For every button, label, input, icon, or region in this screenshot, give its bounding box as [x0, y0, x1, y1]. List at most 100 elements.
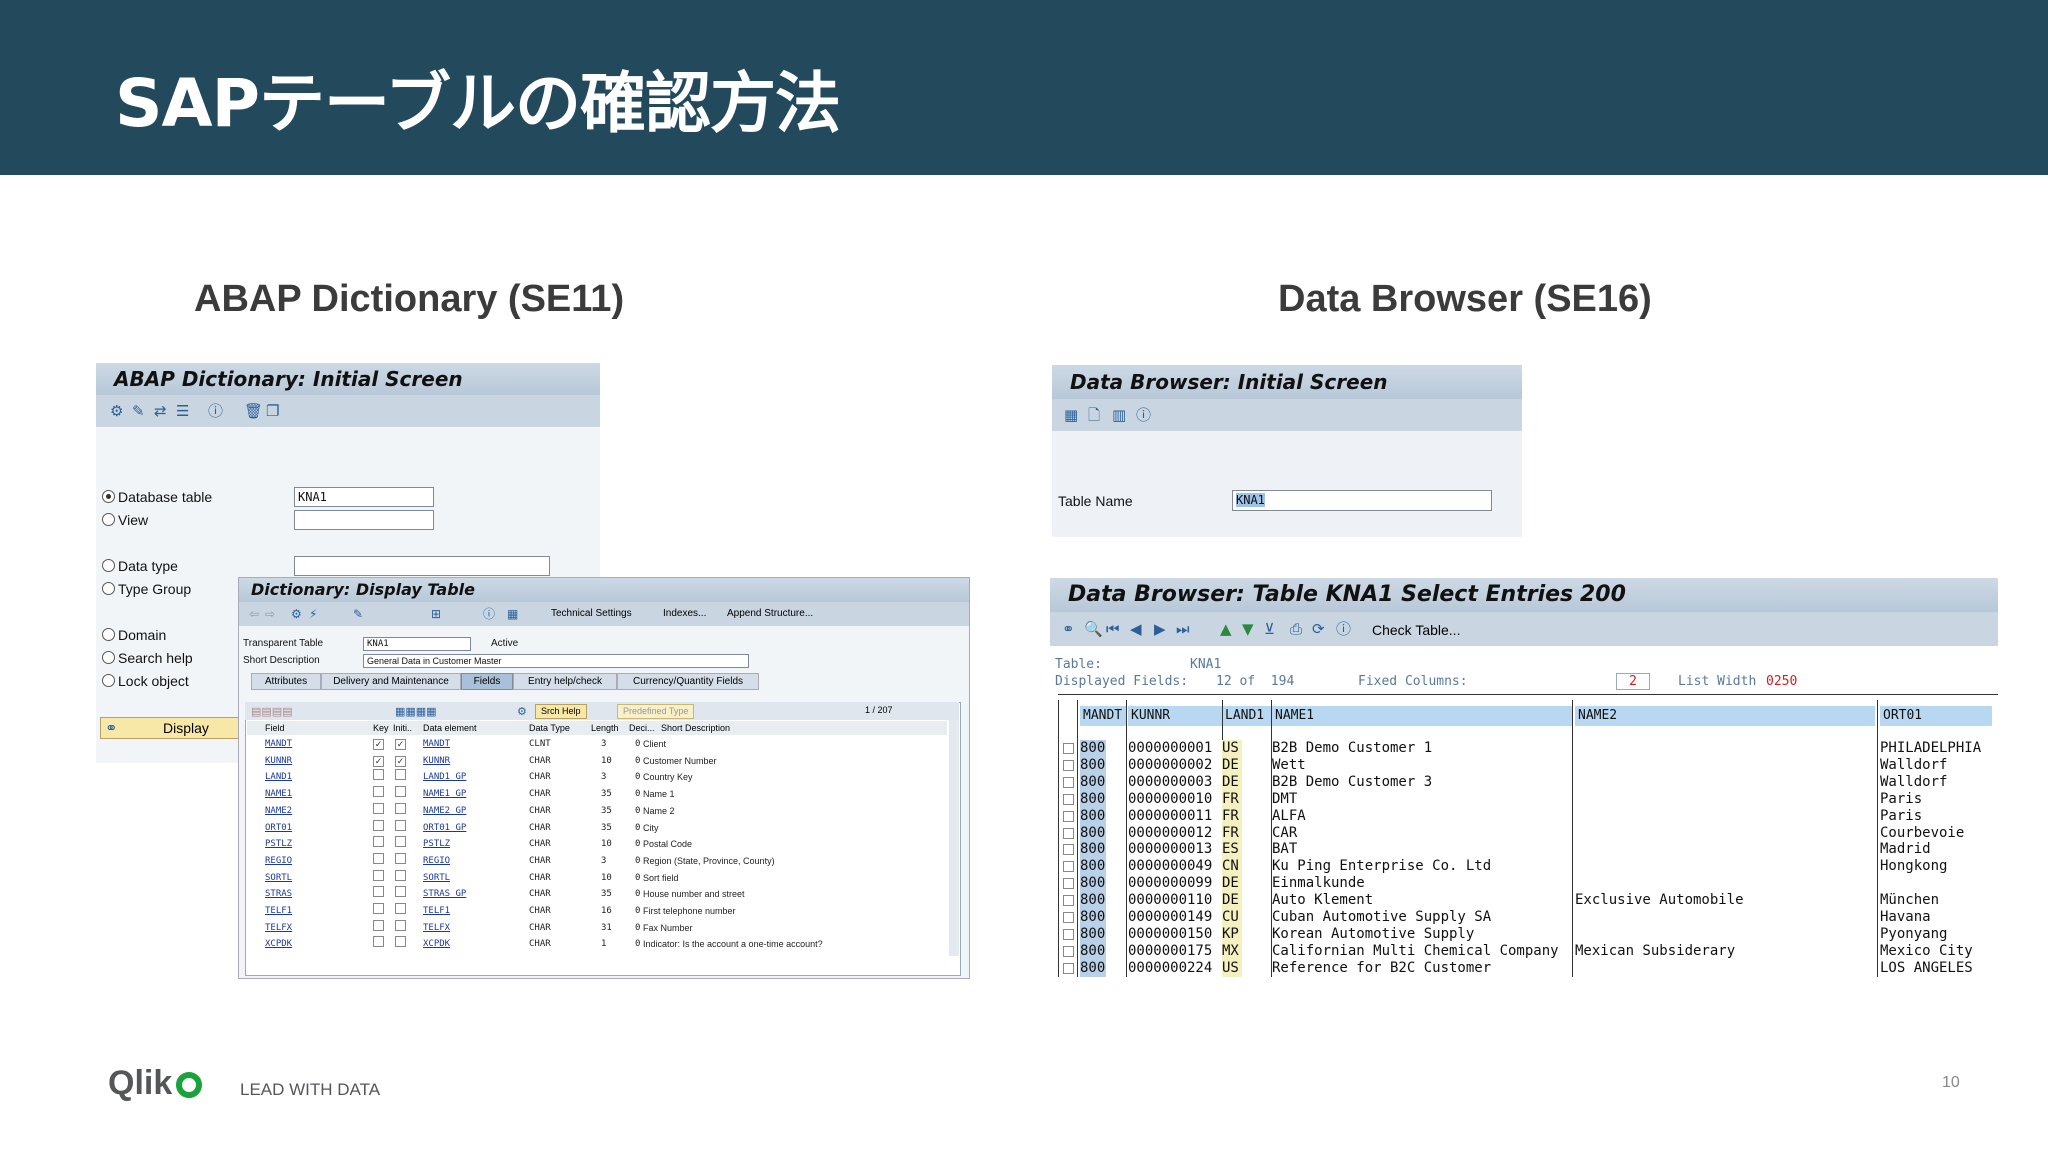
row-select-checkbox[interactable]	[1063, 827, 1074, 839]
row-select-checkbox[interactable]	[1063, 962, 1074, 974]
sort-ascending-icon[interactable]: ▲	[1220, 620, 1232, 638]
info-icon[interactable]: ⓘ	[1336, 620, 1351, 638]
row-select-checkbox[interactable]	[1063, 878, 1074, 890]
filter-icon[interactable]: ⊻	[1264, 620, 1275, 638]
back-icon[interactable]: ⇦	[249, 605, 259, 623]
sort-descending-icon[interactable]: ▼	[1242, 620, 1254, 638]
radio-type-group[interactable]: Type Group	[102, 581, 191, 597]
display-icon[interactable]: ⚭	[1062, 620, 1075, 638]
field-name-cell[interactable]: KUNNR	[265, 753, 292, 770]
key-checkbox[interactable]	[373, 769, 384, 786]
row-select-checkbox[interactable]	[1063, 844, 1074, 856]
initial-checkbox[interactable]: ✓	[395, 753, 406, 770]
initial-checkbox[interactable]	[395, 903, 406, 920]
tab-fields[interactable]: Fields	[461, 673, 513, 690]
data-element-cell[interactable]: NAME2_GP	[423, 803, 466, 820]
table-contents-icon[interactable]: ▦	[1064, 406, 1078, 424]
initial-checkbox[interactable]	[395, 769, 406, 786]
data-element-cell[interactable]: NAME1_GP	[423, 786, 466, 803]
radio-lock-object[interactable]: Lock object	[102, 673, 189, 689]
details-icon[interactable]: 🔍	[1084, 620, 1103, 638]
field-name-cell[interactable]: LAND1	[265, 769, 292, 786]
key-checkbox[interactable]	[373, 786, 384, 803]
column-header-name1[interactable]: NAME1	[1272, 706, 1572, 726]
field-name-cell[interactable]: MANDT	[265, 736, 292, 753]
tab-currency-quantity[interactable]: Currency/Quantity Fields	[617, 673, 759, 690]
where-used-icon[interactable]: ⇄	[154, 402, 167, 420]
field-name-cell[interactable]: ORT01	[265, 820, 292, 837]
search-help-icon[interactable]: ⚙	[517, 703, 527, 721]
field-name-cell[interactable]: TELF1	[265, 903, 292, 920]
new-entries-icon[interactable]: 🗋	[1088, 406, 1100, 424]
row-select-checkbox[interactable]	[1063, 928, 1074, 940]
previous-page-icon[interactable]: ◀	[1130, 620, 1142, 638]
database-table-input[interactable]: KNA1	[294, 487, 434, 507]
table-row[interactable]: SORTL SORTL CHAR 10 0 Sort field	[247, 869, 947, 887]
delete-icon[interactable]: 🗑	[244, 402, 263, 420]
table-row[interactable]: NAME1 NAME1_GP CHAR 35 0 Name 1	[247, 786, 947, 803]
field-name-cell[interactable]: STRAS	[265, 886, 292, 903]
table-row[interactable]: NAME2 NAME2_GP CHAR 35 0 Name 2	[247, 802, 947, 820]
hierarchy-icon[interactable]: ☰	[176, 402, 189, 420]
data-element-cell[interactable]: LAND1_GP	[423, 769, 466, 786]
data-element-cell[interactable]: KUNNR	[423, 753, 450, 770]
info-icon[interactable]: ⓘ	[483, 605, 495, 623]
key-checkbox[interactable]	[373, 819, 384, 837]
table-row[interactable]: XCPDK XCPDK CHAR 1 0 Indicator: Is the accoun…	[247, 936, 947, 953]
layout-icon[interactable]: ▦	[507, 605, 518, 623]
table-row[interactable]: KUNNR ✓ ✓ KUNNR CHAR 10 0 Customer Number	[247, 753, 947, 770]
row-select-checkbox[interactable]	[1063, 895, 1074, 907]
view-input[interactable]	[294, 510, 434, 530]
radio-view[interactable]: View	[102, 512, 148, 528]
change-icon[interactable]: ✎	[132, 402, 145, 420]
radio-search-help[interactable]: Search help	[102, 650, 193, 666]
field-name-cell[interactable]: REGIO	[265, 853, 292, 870]
initial-checkbox[interactable]	[395, 919, 406, 937]
row-select-checkbox[interactable]	[1063, 793, 1074, 805]
key-checkbox[interactable]	[373, 836, 384, 853]
print-icon[interactable]: ⎙	[1290, 620, 1302, 638]
check-table-button[interactable]: Check Table...	[1372, 622, 1460, 638]
srch-help-button[interactable]: Srch Help	[535, 704, 587, 719]
display-button[interactable]: ⚭ Display	[100, 717, 240, 739]
data-element-cell[interactable]: REGIO	[423, 853, 450, 870]
radio-domain[interactable]: Domain	[102, 627, 166, 643]
data-element-cell[interactable]: ORT01_GP	[423, 820, 466, 837]
forward-icon[interactable]: ⇨	[265, 605, 275, 623]
key-checkbox[interactable]	[373, 802, 384, 820]
table-name-input[interactable]: KNA1	[1232, 490, 1492, 511]
column-header-name2[interactable]: NAME2	[1575, 706, 1875, 726]
info-icon[interactable]: ⓘ	[1136, 406, 1151, 424]
initial-checkbox[interactable]	[395, 869, 406, 887]
table-row[interactable]: TELF1 TELF1 CHAR 16 0 First telephone number	[247, 903, 947, 920]
key-checkbox[interactable]: ✓	[373, 753, 384, 770]
append-structure-button[interactable]: Append Structure...	[727, 608, 813, 619]
initial-checkbox[interactable]	[395, 836, 406, 853]
column-header-land1[interactable]: LAND1	[1222, 706, 1272, 726]
initial-checkbox[interactable]	[395, 852, 406, 870]
insert-row-icon[interactable]: ▤▤▤▤	[251, 703, 293, 721]
predefined-type-button[interactable]: Predefined Type	[617, 704, 695, 719]
hierarchy-icon[interactable]: ⊞	[431, 605, 441, 623]
row-select-checkbox[interactable]	[1063, 912, 1074, 923]
key-checkbox[interactable]	[373, 919, 384, 937]
field-name-cell[interactable]: XCPDK	[265, 936, 292, 953]
row-select-checkbox[interactable]	[1063, 776, 1074, 788]
tab-delivery-maintenance[interactable]: Delivery and Maintenance	[321, 673, 461, 690]
initial-checkbox[interactable]	[395, 886, 406, 903]
table-row[interactable]: LAND1 LAND1_GP CHAR 3 0 Country Key	[247, 769, 947, 786]
data-element-cell[interactable]: MANDT	[423, 736, 450, 753]
table-row[interactable]: TELFX TELFX CHAR 31 0 Fax Number	[247, 919, 947, 937]
info-icon[interactable]: ⓘ	[208, 402, 223, 420]
first-page-icon[interactable]: ⏮	[1106, 620, 1120, 638]
field-name-cell[interactable]: PSTLZ	[265, 836, 292, 853]
radio-database-table[interactable]: Database table	[102, 489, 212, 505]
tab-attributes[interactable]: Attributes	[251, 673, 321, 690]
column-header-mandt[interactable]: MANDT	[1080, 706, 1126, 726]
key-checkbox[interactable]	[373, 869, 384, 887]
key-checkbox[interactable]	[373, 852, 384, 870]
data-element-cell[interactable]: TELFX	[423, 920, 450, 937]
key-checkbox[interactable]	[373, 936, 384, 953]
initial-checkbox[interactable]	[395, 819, 406, 837]
data-element-cell[interactable]: XCPDK	[423, 936, 450, 953]
